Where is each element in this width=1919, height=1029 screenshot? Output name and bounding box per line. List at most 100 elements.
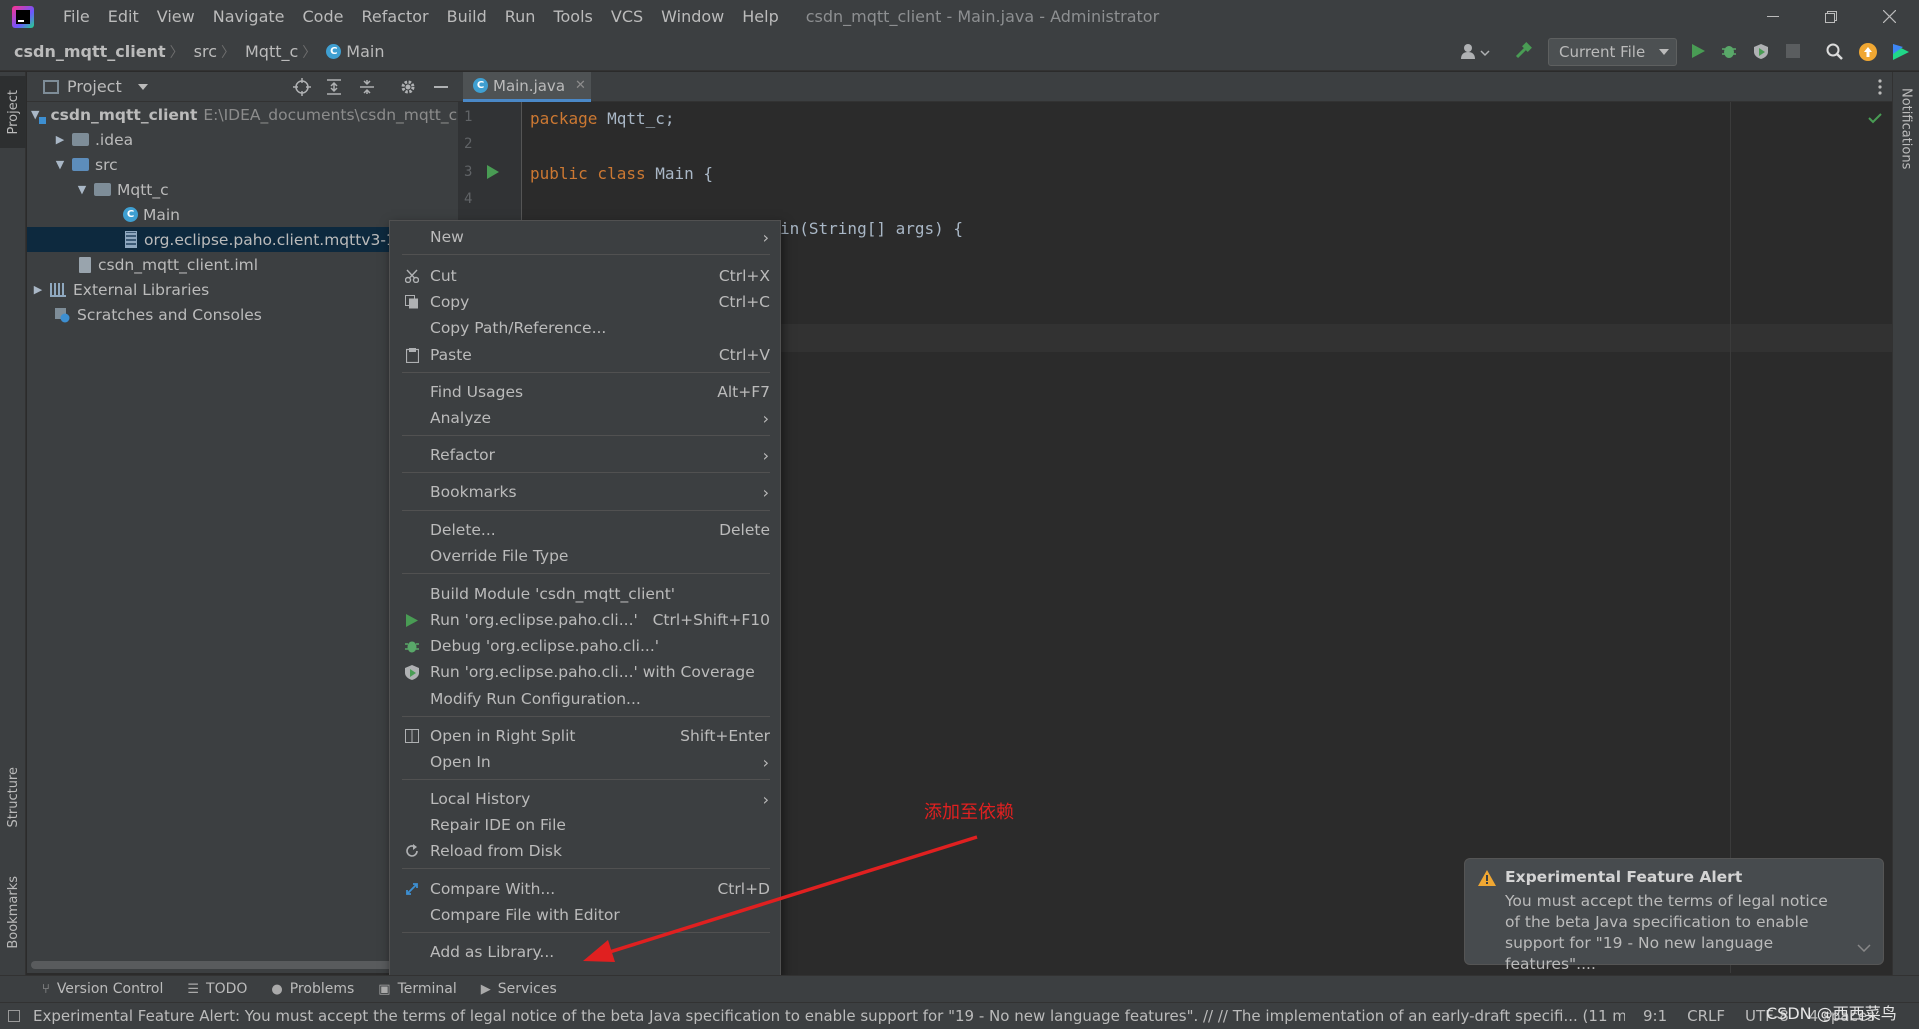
debug-button[interactable] [1721, 43, 1737, 59]
chevron-right-icon[interactable]: ▶ [31, 283, 45, 296]
tool-version-control[interactable]: ⑂ Version Control [42, 981, 163, 997]
line-separator[interactable]: CRLF [1687, 1007, 1725, 1025]
menu-help[interactable]: Help [733, 0, 787, 33]
hide-panel-icon[interactable] [434, 85, 448, 88]
tab-bookmarks-tool-window[interactable]: Bookmarks [0, 862, 26, 962]
menu-item-paste[interactable]: Paste Ctrl+V [390, 342, 782, 368]
menu-edit[interactable]: Edit [99, 0, 148, 33]
caret-position[interactable]: 9:1 [1643, 1007, 1667, 1025]
breadcrumb-package[interactable]: Mqtt_c [235, 42, 302, 61]
locate-crosshair-icon[interactable] [293, 77, 311, 96]
menu-item-shortcut: Ctrl+V [718, 346, 770, 364]
run-with-coverage-button[interactable] [1753, 43, 1769, 59]
menu-vcs[interactable]: VCS [602, 0, 652, 33]
menu-item-run[interactable]: Run 'org.eclipse.paho.cli...' Ctrl+Shift+… [390, 607, 782, 633]
intellij-logo-icon[interactable] [12, 5, 34, 28]
menu-item-label: Analyze [430, 409, 492, 427]
breadcrumb-project[interactable]: csdn_mqtt_client [0, 42, 170, 61]
warning-icon [1478, 870, 1496, 886]
menu-build[interactable]: Build [438, 0, 496, 33]
user-icon[interactable] [1460, 43, 1490, 61]
menu-window[interactable]: Window [652, 0, 733, 33]
no-problems-check-icon[interactable] [1868, 113, 1882, 124]
menu-item-run-with-coverage[interactable]: Run 'org.eclipse.paho.cli...' with Cover… [390, 659, 782, 685]
expand-chevron-icon[interactable] [1857, 944, 1871, 952]
experimental-feature-notification[interactable]: Experimental Feature Alert You must acce… [1464, 858, 1884, 973]
scissors-icon [404, 268, 420, 284]
menu-item-find-usages[interactable]: Find Usages Alt+F7 [390, 379, 782, 405]
menu-separator [402, 435, 770, 436]
collapse-all-icon[interactable] [359, 79, 375, 95]
updates-button[interactable] [1859, 43, 1877, 61]
run-button[interactable] [1690, 43, 1706, 59]
tool-todo[interactable]: ☰ TODO [187, 981, 247, 997]
menu-item-delete[interactable]: Delete... Delete [390, 517, 782, 543]
menu-item-copy[interactable]: Copy Ctrl+C [390, 289, 782, 315]
search-button[interactable] [1826, 43, 1843, 60]
tool-problems[interactable]: ● Problems [271, 981, 354, 997]
minimize-button[interactable] [1744, 0, 1802, 33]
stop-icon [1786, 44, 1800, 58]
gear-icon[interactable] [400, 79, 416, 95]
more-options-icon[interactable] [1878, 79, 1882, 95]
tree-item-label: csdn_mqtt_client.iml [98, 255, 259, 274]
coverage-shield-icon [1754, 44, 1768, 59]
chevron-right-icon[interactable]: ▶ [53, 133, 67, 146]
menu-item-local-history[interactable]: Local History › [390, 786, 782, 812]
horizontal-scrollbar[interactable] [31, 961, 431, 969]
status-message[interactable]: Experimental Feature Alert: You must acc… [33, 1007, 1625, 1025]
tab-notifications-tool-window[interactable]: Notifications [1893, 74, 1919, 184]
menu-item-open-right-split[interactable]: Open in Right Split Shift+Enter [390, 723, 782, 749]
expand-all-icon[interactable] [326, 78, 342, 95]
menu-item-cut[interactable]: Cut Ctrl+X [390, 263, 782, 289]
chevron-down-icon[interactable]: ▼ [31, 108, 39, 121]
menu-item-override-file-type[interactable]: Override File Type [390, 543, 782, 569]
menu-separator [402, 510, 770, 511]
menu-item-analyze[interactable]: Analyze › [390, 405, 782, 431]
run-gutter-icon[interactable] [487, 165, 499, 179]
restore-button[interactable] [1802, 0, 1860, 33]
jetbrains-toolbox-icon[interactable] [1891, 42, 1911, 62]
menu-item-copy-path[interactable]: Copy Path/Reference... [390, 315, 782, 341]
chevron-down-icon[interactable]: ▼ [75, 183, 89, 196]
menu-item-modify-run-config[interactable]: Modify Run Configuration... [390, 686, 782, 712]
menu-item-open-in[interactable]: Open In › [390, 749, 782, 775]
tool-services[interactable]: ▶ Services [481, 981, 557, 997]
menu-refactor[interactable]: Refactor [352, 0, 437, 33]
tree-item-idea[interactable]: ▶ .idea [27, 127, 458, 152]
tab-bookmarks-label: Bookmarks [5, 875, 21, 949]
chevron-down-icon[interactable]: ▼ [53, 158, 67, 171]
menu-file[interactable]: File [54, 0, 99, 33]
run-configuration-select[interactable]: Current File [1548, 38, 1677, 66]
menu-item-bookmarks[interactable]: Bookmarks › [390, 479, 782, 505]
tab-project-tool-window[interactable]: Project [0, 76, 26, 148]
run-icon [1692, 44, 1705, 58]
menu-item-label: Cut [430, 267, 457, 285]
tree-item-package[interactable]: ▼ Mqtt_c [27, 177, 458, 202]
toggle-tool-windows-icon[interactable] [8, 1010, 20, 1022]
menu-item-debug[interactable]: Debug 'org.eclipse.paho.cli...' [390, 633, 782, 659]
menu-code[interactable]: Code [294, 0, 353, 33]
breadcrumb-src[interactable]: src [184, 42, 221, 61]
menu-view[interactable]: View [148, 0, 204, 33]
chevron-down-icon[interactable] [137, 83, 148, 90]
tab-main-java[interactable]: C Main.java ✕ [463, 72, 591, 102]
menu-item-build-module[interactable]: Build Module 'csdn_mqtt_client' [390, 581, 782, 607]
menu-tools[interactable]: Tools [544, 0, 601, 33]
close-window-button[interactable] [1860, 0, 1918, 33]
menu-item-label: Copy Path/Reference... [430, 319, 607, 337]
notification-body: You must accept the terms of legal notic… [1505, 892, 1828, 973]
build-hammer-icon[interactable] [1514, 42, 1532, 60]
close-icon[interactable]: ✕ [575, 78, 586, 93]
menu-navigate[interactable]: Navigate [204, 0, 294, 33]
stop-button[interactable] [1786, 44, 1800, 58]
menu-run[interactable]: Run [496, 0, 545, 33]
tree-item-project-root[interactable]: ▼ csdn_mqtt_client E:\IDEA_documents\csd… [27, 102, 466, 127]
menu-item-refactor[interactable]: Refactor › [390, 442, 782, 468]
project-view-selector[interactable]: Project [67, 77, 122, 96]
tool-terminal[interactable]: ▣ Terminal [378, 981, 456, 997]
tree-item-src[interactable]: ▼ src [27, 152, 458, 177]
breadcrumb-class[interactable]: C Main [316, 42, 388, 61]
menu-item-new[interactable]: New › [390, 224, 782, 250]
tab-structure-tool-window[interactable]: Structure [0, 752, 26, 842]
